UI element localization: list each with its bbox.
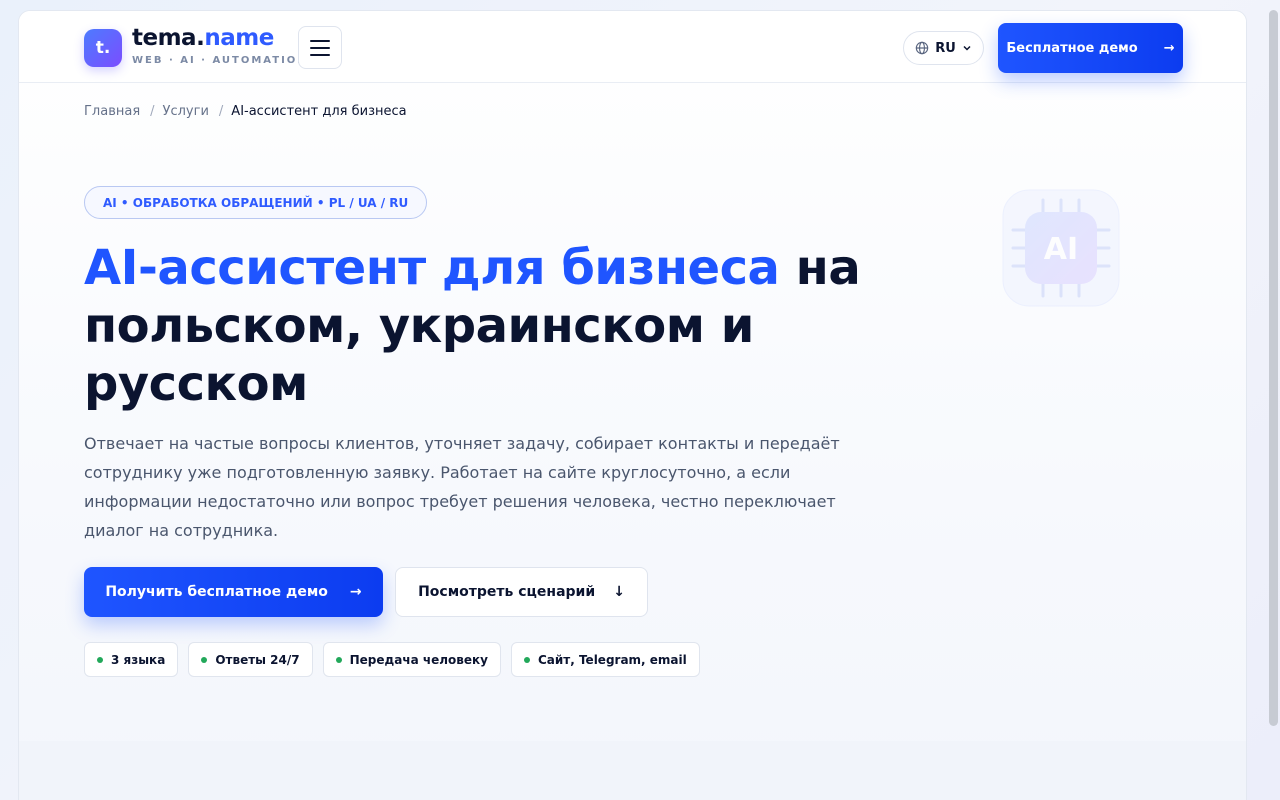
hamburger-icon-line bbox=[310, 53, 330, 56]
chevron-down-icon bbox=[963, 45, 971, 51]
hero-category-pill: AI • ОБРАБОТКА ОБРАЩЕНИЙ • PL / UA / RU bbox=[84, 186, 428, 219]
view-scenario-label: Посмотреть сценарий bbox=[418, 584, 596, 600]
feature-chip: Сайт, Telegram, email bbox=[510, 642, 700, 677]
language-label: RU bbox=[935, 40, 956, 56]
feature-chip-label: Сайт, Telegram, email bbox=[537, 652, 687, 667]
hero-description: Отвечает на частые вопросы клиентов, уто… bbox=[84, 434, 840, 540]
breadcrumb-separator: / bbox=[150, 104, 155, 119]
feature-chip: Передача человеку bbox=[322, 642, 501, 677]
language-switcher[interactable]: RU bbox=[903, 31, 984, 65]
arrow-down-icon: ↓ bbox=[613, 584, 625, 600]
page-title: AI-ассистент для бизнеса на польском, ук… bbox=[84, 239, 904, 413]
header-demo-button[interactable]: Бесплатное демо → bbox=[998, 23, 1183, 73]
feature-chip: 3 языка bbox=[84, 642, 179, 677]
arrow-right-icon: → bbox=[1163, 40, 1175, 56]
feature-chip: Ответы 24/7 bbox=[188, 642, 313, 677]
ai-chip-label: AI bbox=[1044, 232, 1078, 267]
logo-name-part2: name bbox=[204, 25, 274, 51]
logo-icon[interactable]: t. bbox=[84, 29, 122, 67]
view-scenario-button[interactable]: Посмотреть сценарий ↓ bbox=[395, 567, 648, 617]
globe-icon bbox=[915, 41, 929, 55]
status-dot-icon bbox=[201, 656, 208, 663]
logo-name-part1: tema. bbox=[132, 25, 205, 51]
hamburger-icon-line bbox=[310, 46, 330, 49]
status-dot-icon bbox=[335, 656, 342, 663]
page-scrollbar[interactable] bbox=[1269, 10, 1278, 726]
arrow-right-icon: → bbox=[349, 584, 362, 600]
status-dot-icon bbox=[97, 656, 103, 663]
feature-chips: 3 языка Ответы 24/7 Передача человеку Са… bbox=[84, 642, 700, 677]
status-dot-icon bbox=[523, 656, 530, 663]
get-free-demo-button[interactable]: Получить бесплатное демо → bbox=[84, 567, 383, 617]
hamburger-icon bbox=[310, 39, 330, 42]
logo-wordmark[interactable]: tema.name bbox=[132, 27, 274, 50]
logo-tagline: WEB · AI · AUTOMATION bbox=[132, 55, 308, 66]
breadcrumb-current: AI-ассистент для бизнеса bbox=[231, 104, 407, 119]
next-section-background bbox=[19, 741, 1246, 800]
breadcrumb-home[interactable]: Главная bbox=[84, 104, 140, 119]
feature-chip-label: 3 языка bbox=[111, 652, 166, 667]
get-free-demo-label: Получить бесплатное демо bbox=[105, 584, 328, 600]
header-demo-label: Бесплатное демо bbox=[1006, 40, 1138, 56]
breadcrumb-separator: / bbox=[218, 104, 224, 119]
feature-chip-label: Передача человеку bbox=[349, 652, 488, 667]
menu-button[interactable] bbox=[298, 26, 342, 69]
feature-chip-label: Ответы 24/7 bbox=[215, 652, 300, 667]
page-frame: t. tema.name WEB · AI · AUTOMATION RU Бе… bbox=[18, 10, 1247, 800]
ai-chip-icon: AI bbox=[1002, 189, 1120, 307]
breadcrumb-services[interactable]: Услуги bbox=[163, 104, 209, 119]
page-title-highlight: AI-ассистент для бизнеса bbox=[84, 240, 780, 296]
breadcrumb: Главная / Услуги / AI-ассистент для бизн… bbox=[84, 104, 407, 119]
site-header: t. tema.name WEB · AI · AUTOMATION RU Бе… bbox=[19, 11, 1246, 83]
